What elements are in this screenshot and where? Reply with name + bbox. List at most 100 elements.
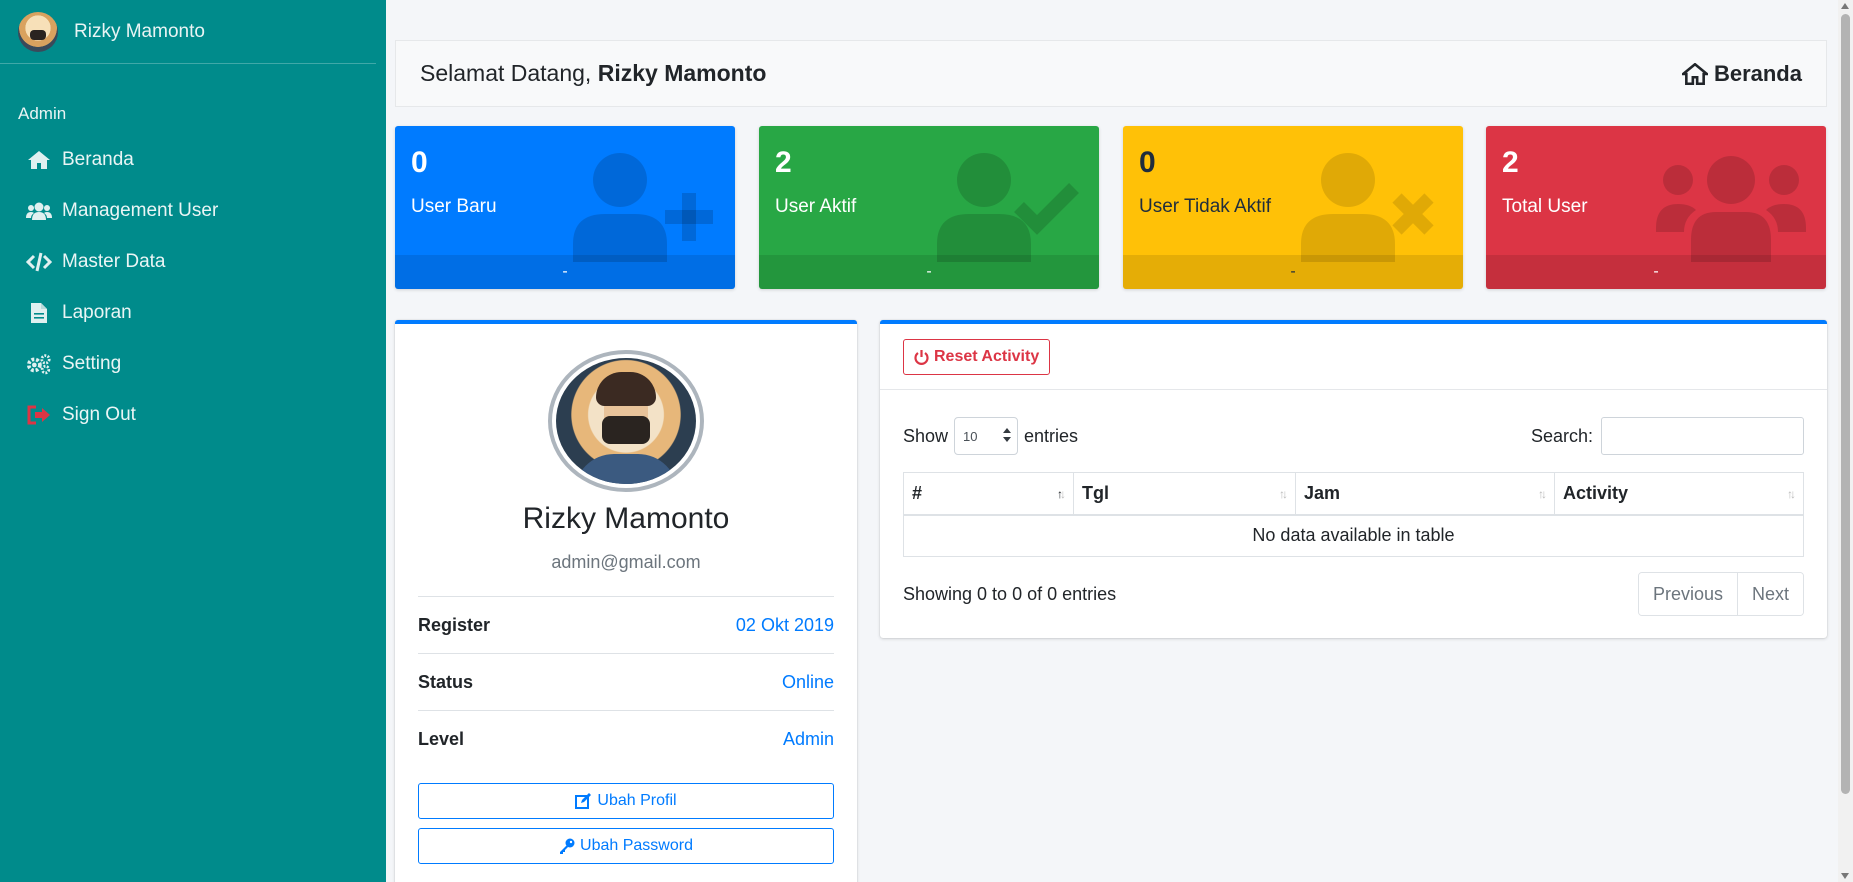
scrollbar-thumb[interactable] bbox=[1841, 14, 1850, 794]
scroll-up-arrow-icon[interactable] bbox=[1841, 3, 1849, 9]
previous-page-button[interactable]: Previous bbox=[1638, 573, 1737, 615]
edit-profile-button[interactable]: Ubah Profil bbox=[418, 783, 834, 819]
sidebar-section-label: Admin bbox=[18, 104, 67, 123]
sort-icon: ↑↓ bbox=[1538, 487, 1547, 501]
profile-row-key: Status bbox=[418, 671, 474, 692]
page-length-control: Show 10 entries bbox=[903, 417, 1078, 455]
column-header-number[interactable]: # ↑↓ bbox=[903, 472, 1074, 516]
profile-card: Rizky Mamonto admin@gmail.com Register 0… bbox=[395, 320, 857, 882]
sidebar-user-name[interactable]: Rizky Mamonto bbox=[74, 21, 205, 43]
sidebar-item-management-user[interactable]: Management User bbox=[0, 185, 386, 236]
stat-footer-link[interactable]: - bbox=[759, 255, 1099, 289]
stat-box-user-baru: 0 User Baru - bbox=[395, 126, 735, 289]
edit-password-button[interactable]: Ubah Password bbox=[418, 828, 834, 864]
profile-row-level: Level Admin bbox=[418, 710, 834, 767]
welcome-prefix: Selamat Datang, bbox=[420, 60, 592, 86]
stat-label: Total User bbox=[1502, 196, 1588, 217]
sidebar-item-label: Management User bbox=[62, 199, 219, 221]
stat-value: 2 bbox=[775, 146, 792, 179]
user-check-icon bbox=[929, 152, 1079, 267]
stat-box-user-tidak-aktif: 0 User Tidak Aktif - bbox=[1123, 126, 1463, 289]
column-header-jam[interactable]: Jam ↑↓ bbox=[1295, 472, 1555, 516]
breadcrumb-label[interactable]: Beranda bbox=[1714, 61, 1802, 87]
user-plus-icon bbox=[565, 152, 715, 267]
sidebar-item-beranda[interactable]: Beranda bbox=[0, 134, 386, 185]
cogs-icon bbox=[26, 351, 52, 377]
stat-footer-link[interactable]: - bbox=[1486, 255, 1826, 289]
reset-activity-label: Reset Activity bbox=[934, 348, 1040, 365]
next-page-button[interactable]: Next bbox=[1736, 573, 1803, 615]
home-icon bbox=[26, 147, 52, 173]
profile-row-value[interactable]: Online bbox=[782, 672, 834, 693]
sidebar-item-label: Master Data bbox=[62, 250, 166, 272]
empty-table-message: No data available in table bbox=[903, 514, 1804, 557]
profile-name: Rizky Mamonto bbox=[522, 502, 730, 535]
column-header-label: Jam bbox=[1304, 482, 1341, 503]
user-times-icon bbox=[1293, 152, 1443, 267]
avatar bbox=[18, 11, 58, 52]
profile-row-key: Level bbox=[418, 728, 465, 749]
file-icon bbox=[26, 300, 52, 326]
stat-box-user-aktif: 2 User Aktif - bbox=[759, 126, 1099, 289]
column-header-label: Activity bbox=[1563, 482, 1629, 503]
sort-icon: ↑↓ bbox=[1279, 487, 1288, 501]
stat-value: 2 bbox=[1502, 146, 1519, 179]
sidebar: Rizky Mamonto Admin Beranda Management U… bbox=[0, 0, 386, 882]
stat-value: 0 bbox=[1139, 146, 1156, 179]
profile-details: Register 02 Okt 2019 Status Online Level… bbox=[418, 596, 834, 767]
sidebar-item-sign-out[interactable]: Sign Out bbox=[0, 389, 386, 440]
page-scrollbar[interactable] bbox=[1838, 0, 1853, 882]
profile-email: admin@gmail.com bbox=[551, 552, 701, 572]
page-title: Selamat Datang, Rizky Mamonto bbox=[420, 60, 766, 87]
profile-row-register: Register 02 Okt 2019 bbox=[418, 596, 834, 653]
activity-card-header: Reset Activity bbox=[880, 324, 1827, 390]
stat-value: 0 bbox=[411, 146, 428, 179]
sort-icon: ↑↓ bbox=[1787, 487, 1796, 501]
page-length-select[interactable]: 10 bbox=[954, 417, 1019, 455]
sidebar-item-setting[interactable]: Setting bbox=[0, 338, 386, 389]
stat-label: User Aktif bbox=[775, 196, 857, 217]
column-header-label: # bbox=[912, 482, 923, 503]
edit-profile-label: Ubah Profil bbox=[597, 792, 677, 809]
column-header-label: Tgl bbox=[1082, 482, 1109, 503]
scroll-down-arrow-icon[interactable] bbox=[1841, 873, 1849, 879]
profile-avatar bbox=[548, 350, 704, 492]
column-header-tgl[interactable]: Tgl ↑↓ bbox=[1073, 472, 1296, 516]
stat-label: User Tidak Aktif bbox=[1139, 196, 1271, 217]
welcome-name: Rizky Mamonto bbox=[597, 60, 767, 86]
content-header: Selamat Datang, Rizky Mamonto Beranda bbox=[395, 40, 1827, 107]
reset-activity-button[interactable]: Reset Activity bbox=[903, 339, 1051, 375]
table-info: Showing 0 to 0 of 0 entries bbox=[903, 584, 1117, 604]
show-label: Show bbox=[903, 425, 949, 446]
sidebar-item-label: Laporan bbox=[62, 301, 132, 323]
table-header-row: # ↑↓ Tgl ↑↓ Jam ↑↓ Activity ↑↓ bbox=[903, 472, 1804, 516]
sidebar-item-label: Beranda bbox=[62, 148, 134, 170]
page-length-wrapper: 10 bbox=[948, 417, 1024, 455]
sidebar-item-laporan[interactable]: Laporan bbox=[0, 287, 386, 338]
edit-icon bbox=[575, 793, 592, 809]
profile-row-key: Register bbox=[418, 614, 491, 635]
sidebar-user-panel[interactable]: Rizky Mamonto bbox=[0, 0, 376, 64]
search-input[interactable] bbox=[1601, 417, 1804, 455]
table-row: No data available in table bbox=[903, 514, 1804, 557]
edit-password-label: Ubah Password bbox=[580, 837, 693, 854]
users-icon bbox=[26, 198, 52, 224]
sidebar-item-master-data[interactable]: Master Data bbox=[0, 236, 386, 287]
entries-label: entries bbox=[1024, 425, 1079, 446]
sort-asc-icon: ↑↓ bbox=[1057, 487, 1066, 501]
profile-row-value[interactable]: 02 Okt 2019 bbox=[736, 615, 834, 636]
profile-row-value[interactable]: Admin bbox=[783, 729, 834, 750]
pagination: Previous Next bbox=[1637, 572, 1804, 616]
table-search: Search: bbox=[1531, 417, 1804, 455]
home-icon bbox=[1681, 62, 1708, 85]
stat-footer-link[interactable]: - bbox=[395, 255, 735, 289]
power-icon bbox=[914, 349, 929, 365]
key-icon bbox=[559, 838, 575, 854]
sidebar-item-label: Setting bbox=[62, 352, 122, 374]
sign-out-icon bbox=[26, 402, 52, 428]
stat-box-total-user: 2 Total User - bbox=[1486, 126, 1826, 289]
profile-row-status: Status Online bbox=[418, 653, 834, 710]
stat-footer-link[interactable]: - bbox=[1123, 255, 1463, 289]
column-header-activity[interactable]: Activity ↑↓ bbox=[1554, 472, 1804, 516]
breadcrumb: Beranda bbox=[1681, 61, 1802, 87]
